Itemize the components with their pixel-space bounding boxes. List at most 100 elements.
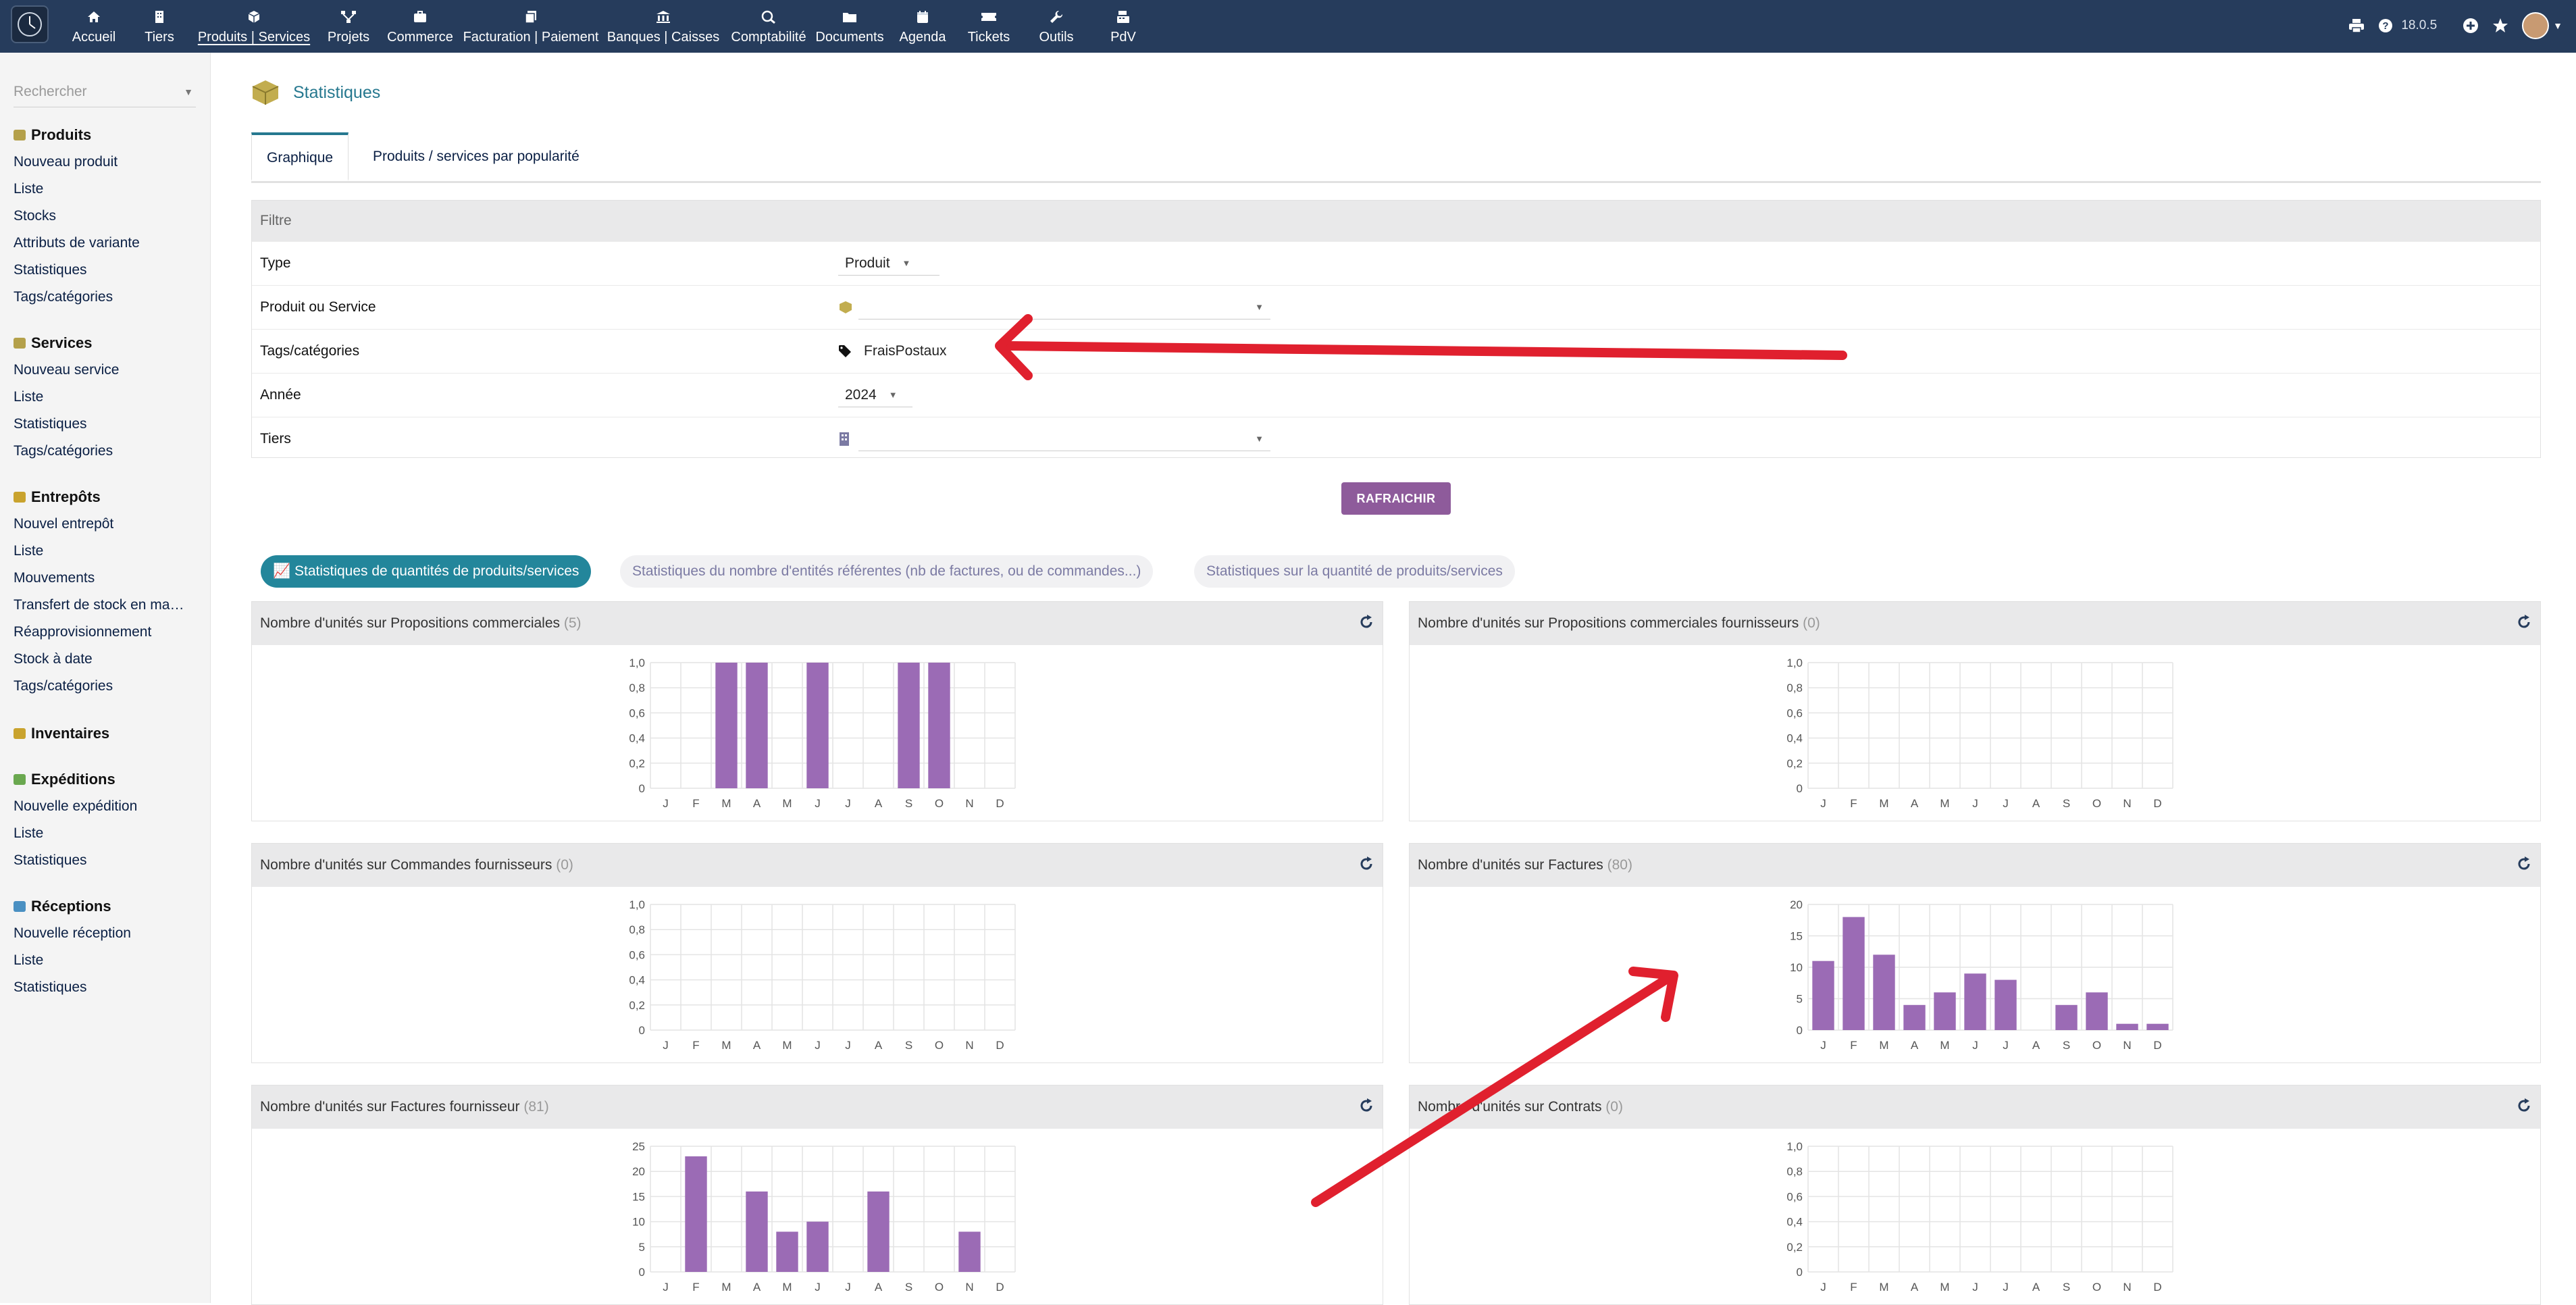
refresh-icon[interactable]: [2516, 856, 2532, 872]
year-select[interactable]: 2024 ▼: [838, 384, 912, 407]
sidebar-title-produits[interactable]: Produits: [14, 122, 203, 149]
filter-panel: Filtre Type Produit ▼ Produit ou Service …: [251, 200, 2541, 458]
menu-facturation[interactable]: Facturation | Paiement: [463, 0, 598, 53]
filter-label: Type: [260, 255, 291, 271]
star-icon[interactable]: [2492, 18, 2508, 34]
menu-tickets[interactable]: Tickets: [964, 0, 1013, 53]
sidebar-item-nouvelle-reception[interactable]: Nouvelle réception: [14, 920, 203, 947]
y-tick-label: 0: [639, 782, 645, 795]
concierge-bell-icon: [14, 338, 26, 349]
x-tick-label: S: [2063, 797, 2070, 810]
tab-graphique[interactable]: Graphique: [251, 132, 349, 181]
sidebar-item-transfert[interactable]: Transfert de stock en ma…: [14, 592, 203, 619]
app-logo[interactable]: [11, 5, 49, 43]
x-tick-label: D: [2153, 1039, 2161, 1052]
menu-comptabilite[interactable]: Comptabilité: [729, 0, 808, 53]
menu-accueil[interactable]: Accueil: [72, 0, 115, 53]
x-tick-label: D: [996, 1281, 1004, 1294]
sidebar-search-input[interactable]: Rechercher ▼: [14, 77, 196, 107]
chart-title: Nombre d'unités sur Propositions commerc…: [1418, 615, 1803, 631]
sidebar-item-statistiques[interactable]: Statistiques: [14, 847, 203, 874]
sidebar-item-nouveau-produit[interactable]: Nouveau produit: [14, 149, 203, 176]
tag-value[interactable]: FraisPostaux: [864, 343, 947, 359]
menu-outils[interactable]: Outils: [1036, 0, 1077, 53]
ticket-icon: [981, 13, 996, 21]
sidebar-item-nouvelle-expedition[interactable]: Nouvelle expédition: [14, 793, 203, 820]
tab-popularite[interactable]: Produits / services par popularité: [358, 132, 594, 181]
sidebar-item-statistiques[interactable]: Statistiques: [14, 974, 203, 1001]
y-tick-label: 0,4: [1786, 732, 1803, 745]
y-tick-label: 5: [639, 1241, 645, 1254]
filter-row-annee: Année 2024 ▼: [252, 373, 2540, 417]
menu-tiers[interactable]: Tiers: [145, 0, 174, 53]
sidebar-item-attributs[interactable]: Attributs de variante: [14, 230, 203, 257]
sidebar-title-inventaires[interactable]: Inventaires: [14, 720, 109, 747]
menu-documents[interactable]: Documents: [815, 0, 885, 53]
y-tick-label: 1,0: [629, 657, 645, 669]
menu-pdv[interactable]: PdV: [1106, 0, 1140, 53]
avatar: [2522, 12, 2550, 39]
help-icon[interactable]: ?: [2378, 18, 2393, 33]
sidebar-item-liste[interactable]: Liste: [14, 947, 203, 974]
sidebar-item-stock-date[interactable]: Stock à date: [14, 646, 203, 673]
sidebar-item-nouvel-entrepot[interactable]: Nouvel entrepôt: [14, 511, 203, 538]
sidebar-title-entrepots[interactable]: Entrepôts: [14, 484, 203, 511]
x-tick-label: M: [721, 1039, 731, 1052]
cube-icon: [840, 301, 852, 313]
menu-banques[interactable]: Banques | Caisses: [607, 0, 719, 53]
sidebar-item-statistiques[interactable]: Statistiques: [14, 257, 203, 284]
plus-circle-icon[interactable]: [2463, 18, 2479, 34]
sidebar-item-liste[interactable]: Liste: [14, 176, 203, 203]
y-tick-label: 5: [1797, 993, 1803, 1006]
sidebar-title-expeditions[interactable]: Expéditions: [14, 766, 203, 793]
sidebar-item-tags[interactable]: Tags/catégories: [14, 284, 203, 311]
product-select[interactable]: ▼: [858, 296, 1270, 319]
sidebar-item-tags[interactable]: Tags/catégories: [14, 438, 203, 465]
stat-tab-quantite-produits[interactable]: Statistiques sur la quantité de produits…: [1194, 555, 1515, 588]
user-menu[interactable]: ▼: [2522, 12, 2562, 39]
left-sidebar: Rechercher ▼ Produits Nouveau produit Li…: [0, 53, 211, 1303]
bar: [746, 1191, 768, 1272]
print-icon[interactable]: [2348, 18, 2365, 33]
sidebar-item-liste[interactable]: Liste: [14, 384, 203, 411]
building-icon: [840, 432, 849, 446]
sidebar-title-services[interactable]: Services: [14, 330, 203, 357]
menu-projets[interactable]: Projets: [327, 0, 370, 53]
sidebar-item-liste[interactable]: Liste: [14, 538, 203, 565]
type-select[interactable]: Produit ▼: [838, 252, 939, 276]
filter-row-tags: Tags/catégories FraisPostaux: [252, 329, 2540, 373]
sidebar-item-statistiques[interactable]: Statistiques: [14, 411, 203, 438]
refresh-icon[interactable]: [2516, 614, 2532, 630]
menu-agenda[interactable]: Agenda: [896, 0, 950, 53]
chevron-down-icon: ▼: [1255, 434, 1264, 444]
x-tick-label: J: [663, 1039, 669, 1052]
stat-tab-quantites[interactable]: 📈 Statistiques de quantités de produits/…: [261, 555, 592, 588]
menu-commerce[interactable]: Commerce: [387, 0, 453, 53]
refresh-button[interactable]: RAFRAICHIR: [1341, 482, 1451, 515]
sidebar-title-receptions[interactable]: Réceptions: [14, 893, 203, 920]
sidebar-item-stocks[interactable]: Stocks: [14, 203, 203, 230]
y-tick-label: 0: [639, 1024, 645, 1037]
refresh-icon[interactable]: [1358, 856, 1374, 872]
sidebar-item-reappro[interactable]: Réapprovisionnement: [14, 619, 203, 646]
sidebar-section-services: Services Nouveau service Liste Statistiq…: [14, 330, 203, 465]
sidebar-item-nouveau-service[interactable]: Nouveau service: [14, 357, 203, 384]
x-tick-label: M: [1879, 797, 1888, 810]
refresh-icon[interactable]: [2516, 1098, 2532, 1114]
tabs-bar: Graphique Produits / services par popula…: [251, 132, 2541, 183]
menu-label: Outils: [1039, 30, 1074, 45]
y-tick-label: 10: [632, 1216, 645, 1229]
refresh-icon[interactable]: [1358, 1098, 1374, 1114]
bar: [1903, 1004, 1926, 1030]
sidebar-item-tags[interactable]: Tags/catégories: [14, 673, 203, 700]
menu-produits-services[interactable]: Produits | Services: [198, 0, 310, 53]
y-tick-label: 0,2: [1786, 1241, 1803, 1254]
refresh-icon[interactable]: [1358, 614, 1374, 630]
stat-tab-entites[interactable]: Statistiques du nombre d'entités référen…: [620, 555, 1154, 588]
chart-header: Nombre d'unités sur Factures (80): [1410, 844, 2540, 887]
sidebar-item-liste[interactable]: Liste: [14, 820, 203, 847]
y-tick-label: 1,0: [629, 898, 645, 911]
sidebar-item-mouvements[interactable]: Mouvements: [14, 565, 203, 592]
x-tick-label: F: [692, 1281, 699, 1294]
tiers-select[interactable]: ▼: [858, 428, 1270, 451]
